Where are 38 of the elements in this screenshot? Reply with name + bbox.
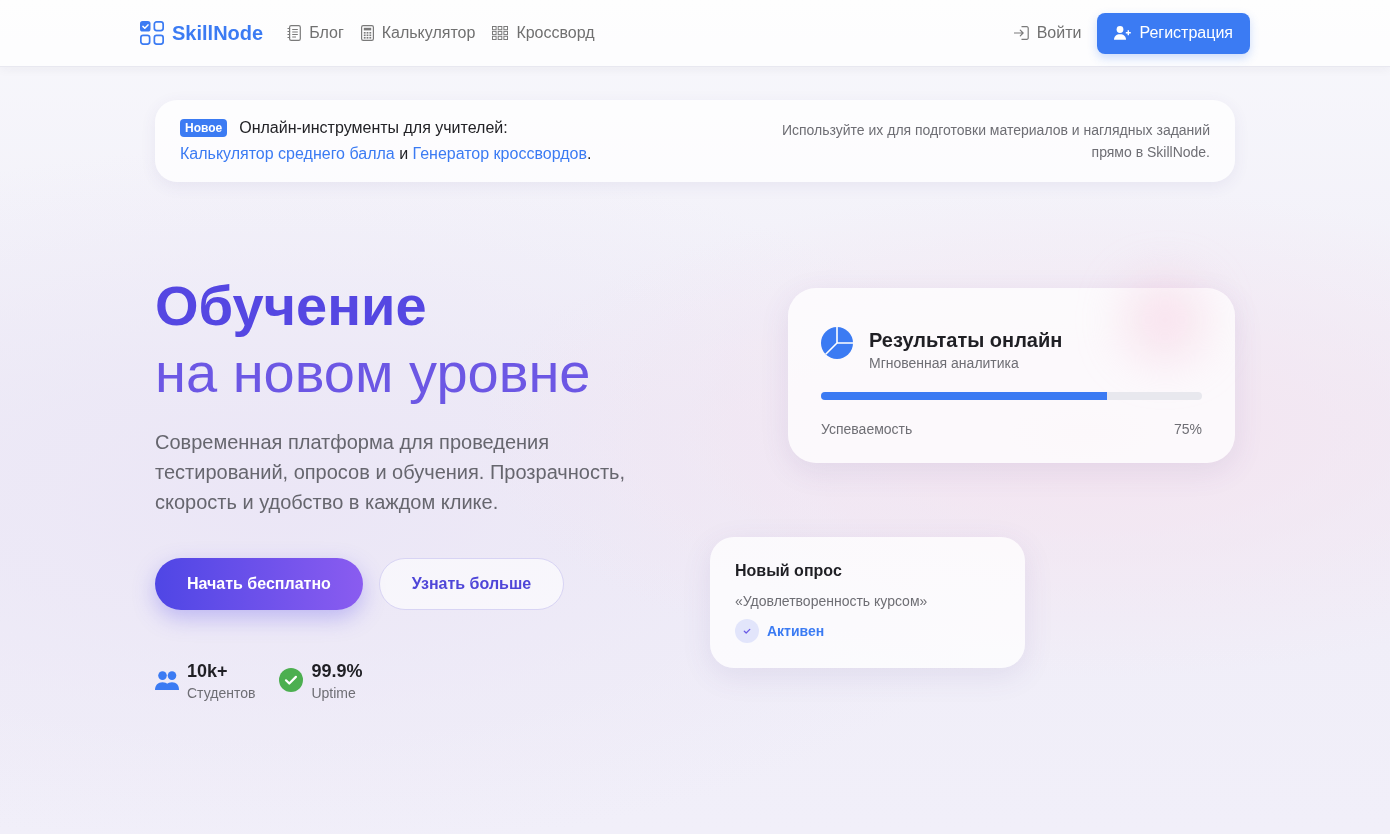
users-icon (155, 671, 179, 690)
notice-title: Онлайн-инструменты для учителей: (239, 118, 508, 138)
progress-reading: 75% (1173, 420, 1202, 439)
stat-label: Студентов (187, 684, 256, 703)
poll-title: Новый опрос (735, 561, 843, 581)
hero-description: Современная платформа для проведения тестирований, опросов и обучения. Прозрачность, скорость и удобство в каждом клике. (155, 430, 627, 515)
check-circle-icon (279, 668, 304, 692)
learn-more-button[interactable]: Узнать больше (378, 558, 565, 610)
tools-sentence: Калькулятор среднего балла и Генератор кроссвордов. (180, 144, 592, 164)
progress-label: Успеваемость (821, 420, 913, 439)
notice-text: Используйте их для подготовки материалов и наглядных заданий прямо в SkillNode. (780, 121, 1210, 162)
nav-link[interactable]: Калькулятор (360, 21, 476, 45)
new-badge: Новое (180, 119, 228, 137)
hero-title: Обучение (155, 273, 428, 339)
stat-value: 10k+ (187, 660, 229, 683)
user-plus-icon (1114, 26, 1132, 40)
tool-link[interactable]: Генератор кроссвордов (412, 145, 587, 162)
stat-label: Uptime (311, 684, 357, 703)
poll-name: «Удовлетворенность курсом» (735, 592, 929, 611)
calculator-icon (360, 25, 374, 41)
login-icon (1013, 26, 1029, 40)
results-subtitle: Мгновенная аналитика (869, 354, 1020, 373)
document-icon (287, 25, 302, 41)
nav-link[interactable]: Блог (287, 21, 344, 45)
grid-icon (492, 26, 509, 40)
pie-chart-icon (821, 327, 853, 359)
results-title: Результаты онлайн (869, 328, 1063, 353)
logo-icon (140, 21, 164, 45)
hero-subtitle: на новом уровне (155, 340, 592, 406)
start-free-button[interactable]: Начать бесплатно (155, 558, 363, 610)
login-link[interactable]: Войти (1013, 21, 1082, 45)
logo-link[interactable]: SkillNode (140, 18, 264, 48)
stat-value: 99.9% (311, 660, 363, 683)
tool-link[interactable]: Калькулятор среднего балла (180, 145, 395, 162)
register-button[interactable]: Регистрация (1097, 12, 1250, 54)
check-icon (735, 619, 759, 643)
nav-link[interactable]: Кроссворд (492, 21, 595, 45)
poll-status: Активен (767, 621, 825, 641)
